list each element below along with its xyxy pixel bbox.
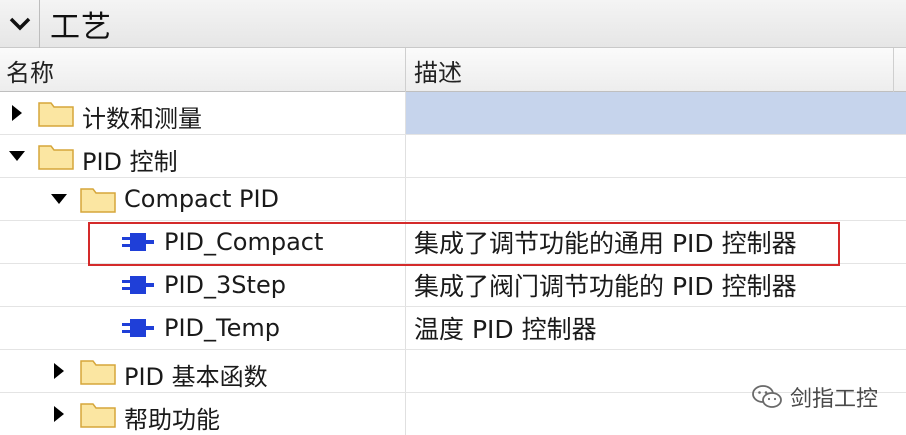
folder-icon — [38, 102, 74, 127]
tree-row-compact-pid[interactable]: Compact PID — [0, 178, 906, 221]
description-cell — [406, 135, 894, 177]
tree-item-label: PID_3Step — [164, 271, 286, 299]
triangle-right-icon — [54, 406, 64, 422]
folder-icon — [38, 145, 74, 170]
description-cell: 集成了阀门调节功能的 PID 控制器 — [414, 272, 797, 301]
tree-row-pid-3step[interactable]: PID_3Step 集成了阀门调节功能的 PID 控制器 — [0, 264, 906, 307]
tree-item-label: PID 基本函数 — [124, 363, 268, 391]
description-cell — [406, 178, 894, 220]
chevron-down-icon — [9, 17, 30, 30]
name-cell: PID 基本函数 — [0, 350, 406, 392]
name-cell: PID_3Step — [0, 264, 406, 306]
column-header-filler — [894, 48, 906, 92]
name-cell: Compact PID — [0, 178, 406, 220]
filler-cell — [894, 350, 906, 392]
triangle-down-icon — [9, 151, 25, 161]
tree-item-label: Compact PID — [124, 185, 280, 213]
panel-header: 工艺 — [0, 0, 906, 48]
expand-toggle[interactable] — [48, 403, 70, 425]
collapse-panel-button[interactable] — [0, 0, 40, 48]
filler-cell — [894, 393, 906, 435]
column-header-row: 名称 描述 — [0, 48, 906, 92]
tree-item-label: PID_Temp — [164, 314, 280, 342]
filler-cell — [894, 178, 906, 220]
panel-title: 工艺 — [50, 9, 112, 45]
tree-row-pid-control[interactable]: PID 控制 — [0, 135, 906, 178]
filler-cell — [894, 307, 906, 349]
watermark-text: 剑指工控 — [790, 387, 879, 412]
name-cell: PID_Temp — [0, 307, 406, 349]
tree-row-pid-compact[interactable]: PID_Compact 集成了调节功能的通用 PID 控制器 — [0, 221, 906, 264]
wechat-icon — [752, 385, 782, 408]
watermark: 剑指工控 — [752, 380, 878, 414]
expand-toggle[interactable] — [48, 360, 70, 382]
description-cell: 集成了调节功能的通用 PID 控制器 — [414, 229, 797, 258]
expand-toggle[interactable] — [6, 102, 28, 124]
folder-icon — [80, 360, 116, 385]
function-block-icon — [122, 319, 154, 337]
column-header-name[interactable]: 名称 — [0, 48, 406, 92]
name-cell: 计数和测量 — [0, 92, 406, 134]
tree-item-label: 计数和测量 — [82, 105, 202, 133]
name-cell: PID 控制 — [0, 135, 406, 177]
tree-row-pid-temp[interactable]: PID_Temp 温度 PID 控制器 — [0, 307, 906, 350]
triangle-right-icon — [12, 105, 22, 121]
tree-item-label: PID_Compact — [164, 228, 324, 256]
folder-icon — [80, 188, 116, 213]
collapse-toggle[interactable] — [48, 188, 70, 210]
tree-item-label: 帮助功能 — [124, 406, 220, 434]
name-cell: PID_Compact — [0, 221, 406, 263]
filler-cell — [894, 221, 906, 263]
name-cell: 帮助功能 — [0, 393, 406, 435]
folder-icon — [80, 403, 116, 428]
collapse-toggle[interactable] — [6, 145, 28, 167]
column-header-description[interactable]: 描述 — [406, 48, 894, 92]
filler-cell — [894, 135, 906, 177]
function-block-icon — [122, 233, 154, 251]
triangle-down-icon — [51, 194, 67, 204]
description-cell: 温度 PID 控制器 — [414, 315, 597, 344]
tree-row-counting-measuring[interactable]: 计数和测量 — [0, 92, 906, 135]
description-cell — [406, 92, 894, 134]
filler-cell — [894, 264, 906, 306]
function-block-icon — [122, 276, 154, 294]
tree-item-label: PID 控制 — [82, 148, 178, 176]
filler-cell — [894, 92, 906, 134]
triangle-right-icon — [54, 363, 64, 379]
